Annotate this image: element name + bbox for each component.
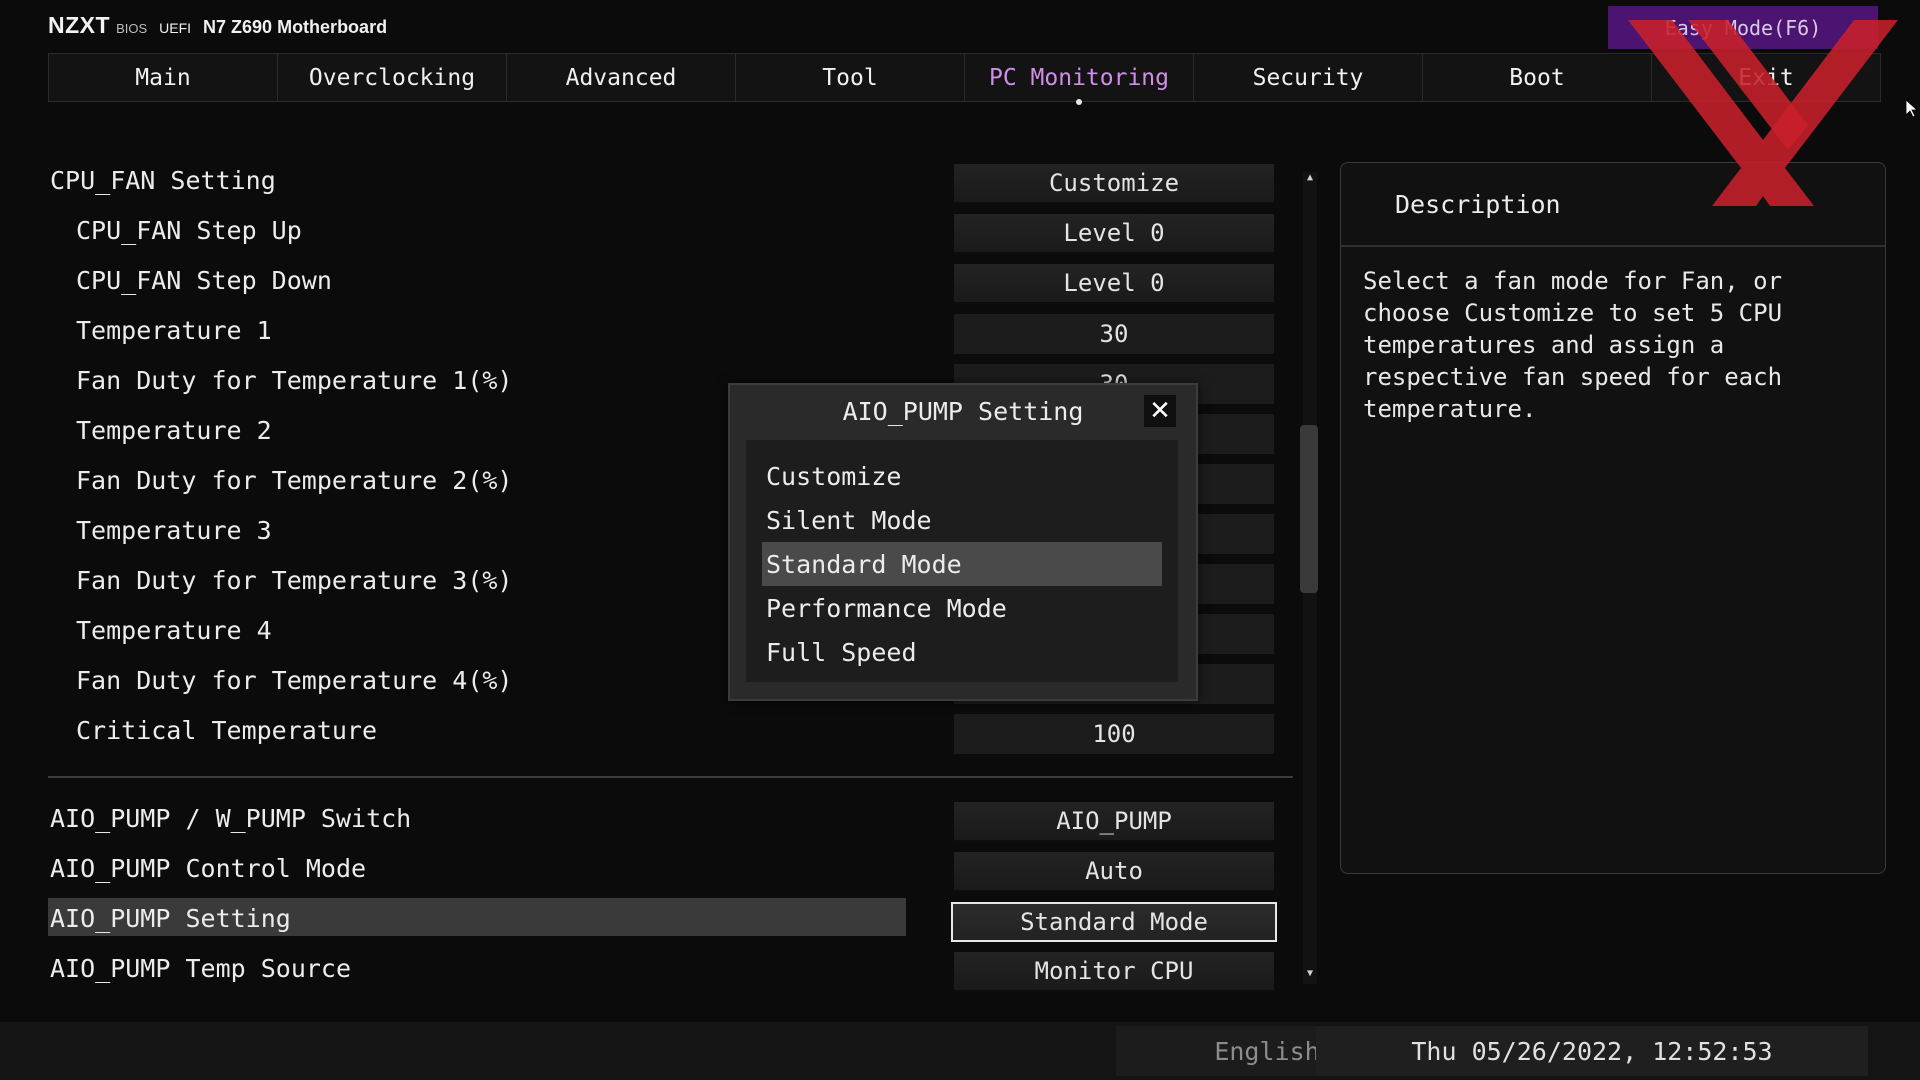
- tab-exit[interactable]: Exit: [1651, 53, 1881, 102]
- setting-row-aio-pump-setting[interactable]: AIO_PUMP Setting Standard Mode: [48, 896, 1293, 946]
- setting-label: Fan Duty for Temperature 3(%): [76, 566, 513, 595]
- tab-boot[interactable]: Boot: [1422, 53, 1652, 102]
- dialog-title: AIO_PUMP Setting: [842, 397, 1084, 426]
- setting-row-critical-temperature[interactable]: Critical Temperature 100: [48, 708, 1293, 758]
- section-divider: [48, 776, 1293, 778]
- motherboard-model: N7 Z690 Motherboard: [203, 17, 388, 37]
- aio-pump-setting-dialog: AIO_PUMP Setting ✕ Customize Silent Mode…: [728, 383, 1198, 701]
- setting-label: AIO_PUMP / W_PUMP Switch: [50, 804, 412, 833]
- setting-label: Temperature 1: [76, 316, 272, 345]
- setting-value-field[interactable]: 30: [954, 314, 1274, 354]
- tab-pc-monitoring[interactable]: PC Monitoring: [964, 53, 1194, 105]
- setting-row-aio-pump-control-mode[interactable]: AIO_PUMP Control Mode Auto: [48, 846, 1293, 896]
- dialog-option-list: Customize Silent Mode Standard Mode Perf…: [746, 440, 1178, 682]
- easy-mode-button[interactable]: Easy Mode(F6): [1608, 6, 1878, 49]
- main-nav: Main Overclocking Advanced Tool PC Monit…: [48, 53, 1881, 105]
- mouse-cursor-icon: [1906, 100, 1918, 118]
- setting-row-aio-pump-temp-source[interactable]: AIO_PUMP Temp Source Monitor CPU: [48, 946, 1293, 996]
- setting-row-cpu-fan-setting[interactable]: CPU_FAN Setting Customize: [48, 158, 1293, 208]
- setting-label: AIO_PUMP Temp Source: [50, 954, 352, 983]
- datetime-display: Thu 05/26/2022, 12:52:53: [1316, 1026, 1868, 1076]
- setting-label: CPU_FAN Step Up: [76, 216, 302, 245]
- setting-value-field[interactable]: 100: [954, 714, 1274, 754]
- tab-advanced[interactable]: Advanced: [506, 53, 736, 102]
- setting-label: AIO_PUMP Control Mode: [50, 854, 367, 883]
- setting-value-button[interactable]: Auto: [954, 852, 1274, 892]
- scroll-up-arrow-icon[interactable]: ▲: [1304, 172, 1316, 184]
- setting-row-cpu-fan-step-down[interactable]: CPU_FAN Step Down Level 0: [48, 258, 1293, 308]
- close-icon[interactable]: ✕: [1144, 395, 1176, 427]
- option-silent-mode[interactable]: Silent Mode: [762, 498, 1162, 542]
- option-full-speed[interactable]: Full Speed: [762, 630, 1162, 674]
- setting-label: Fan Duty for Temperature 2(%): [76, 466, 513, 495]
- setting-row-aio-pump-switch[interactable]: AIO_PUMP / W_PUMP Switch AIO_PUMP: [48, 796, 1293, 846]
- setting-label: Temperature 2: [76, 416, 272, 445]
- setting-label: Fan Duty for Temperature 1(%): [76, 366, 513, 395]
- setting-row-temperature-1[interactable]: Temperature 1 30: [48, 308, 1293, 358]
- setting-row-cpu-fan-step-up[interactable]: CPU_FAN Step Up Level 0: [48, 208, 1293, 258]
- brand-bios: BIOS: [116, 21, 148, 36]
- brand: NZXT BIOS UEFI N7 Z690 Motherboard: [48, 12, 387, 40]
- tab-tool[interactable]: Tool: [735, 53, 965, 102]
- brand-logo: NZXT: [48, 12, 111, 38]
- option-customize[interactable]: Customize: [762, 454, 1162, 498]
- bios-screen: NZXT BIOS UEFI N7 Z690 Motherboard Easy …: [0, 0, 1920, 1080]
- setting-label: Fan Duty for Temperature 4(%): [76, 666, 513, 695]
- setting-label: Temperature 3: [76, 516, 272, 545]
- setting-value-button[interactable]: AIO_PUMP: [954, 802, 1274, 842]
- setting-label: Temperature 4: [76, 616, 272, 645]
- setting-label: CPU_FAN Step Down: [76, 266, 332, 295]
- option-standard-mode[interactable]: Standard Mode: [762, 542, 1162, 586]
- scrollbar-thumb[interactable]: [1300, 425, 1318, 593]
- description-title: Description: [1341, 163, 1885, 247]
- tab-overclocking[interactable]: Overclocking: [277, 53, 507, 102]
- setting-label: AIO_PUMP Setting: [50, 904, 291, 933]
- setting-value-button[interactable]: Monitor CPU: [954, 952, 1274, 992]
- tab-main[interactable]: Main: [48, 53, 278, 102]
- setting-label: CPU_FAN Setting: [50, 166, 276, 195]
- scroll-down-arrow-icon[interactable]: ▼: [1304, 968, 1316, 980]
- setting-label: Critical Temperature: [76, 716, 378, 745]
- setting-value-button[interactable]: Customize: [954, 164, 1274, 204]
- brand-uefi: UEFI: [159, 20, 192, 36]
- description-text: Select a fan mode for Fan, or choose Cus…: [1363, 267, 1783, 423]
- setting-value-button[interactable]: Level 0: [954, 264, 1274, 304]
- description-panel: Description Select a fan mode for Fan, o…: [1340, 162, 1886, 874]
- setting-value-button[interactable]: Standard Mode: [951, 902, 1277, 942]
- setting-value-button[interactable]: Level 0: [954, 214, 1274, 254]
- option-performance-mode[interactable]: Performance Mode: [762, 586, 1162, 630]
- tab-security[interactable]: Security: [1193, 53, 1423, 102]
